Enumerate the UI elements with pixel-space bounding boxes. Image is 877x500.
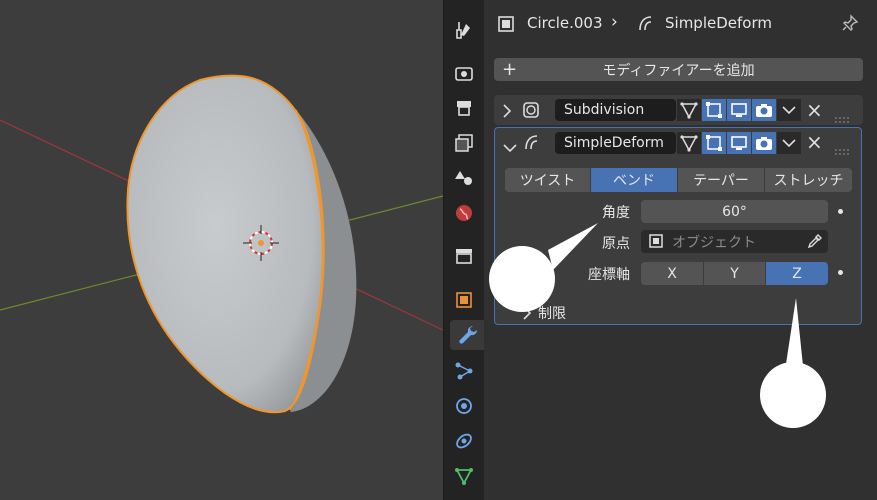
eyedropper-icon[interactable] bbox=[807, 233, 823, 253]
axis-x-button[interactable]: X bbox=[641, 262, 703, 285]
breadcrumb-object: Circle.003 bbox=[527, 14, 603, 32]
modifier-simpledeform: SimpleDeform × bbox=[494, 127, 862, 325]
world-icon[interactable] bbox=[448, 198, 480, 228]
object-icon[interactable] bbox=[448, 285, 480, 315]
keyframe-dot-icon[interactable] bbox=[838, 209, 843, 214]
plus-icon: + bbox=[502, 59, 518, 80]
mode-stretch-button[interactable]: ストレッチ bbox=[765, 168, 852, 192]
3d-viewport[interactable] bbox=[0, 0, 443, 500]
angle-label: 角度 bbox=[602, 205, 630, 221]
data-icon[interactable] bbox=[448, 461, 480, 491]
physics-icon[interactable] bbox=[448, 391, 480, 421]
properties-panel: Circle.003 › SimpleDeform + モディファイアーを追加 … bbox=[484, 0, 877, 500]
axis-label: 座標軸 bbox=[588, 267, 630, 283]
edit-cage-toggle[interactable] bbox=[677, 99, 701, 121]
collapse-chevron-icon[interactable] bbox=[503, 138, 517, 157]
modifier-name-field[interactable]: Subdivision bbox=[555, 99, 676, 121]
modifier-dropdown[interactable] bbox=[777, 132, 801, 154]
pin-icon[interactable] bbox=[841, 14, 859, 36]
add-modifier-button[interactable]: + モディファイアーを追加 bbox=[494, 58, 863, 81]
viewport-display-toggle[interactable] bbox=[727, 99, 751, 121]
mode-bend-button[interactable]: ベンド bbox=[591, 168, 677, 192]
tool-icon[interactable] bbox=[448, 15, 480, 45]
axis-z-button[interactable]: Z bbox=[766, 262, 828, 285]
modifier-icon[interactable] bbox=[450, 320, 485, 350]
breadcrumb-separator: › bbox=[611, 12, 618, 32]
drag-handle-icon[interactable] bbox=[834, 108, 850, 127]
origin-placeholder: オブジェクト bbox=[672, 234, 756, 251]
mode-twist-button[interactable]: ツイスト bbox=[505, 168, 590, 192]
close-icon[interactable]: × bbox=[806, 130, 823, 154]
render-toggle[interactable] bbox=[752, 132, 776, 154]
particles-icon[interactable] bbox=[448, 356, 480, 386]
subdivision-icon bbox=[522, 101, 540, 123]
output-icon[interactable] bbox=[448, 93, 480, 123]
drag-handle-icon[interactable] bbox=[834, 140, 850, 159]
mode-taper-button[interactable]: テーパー bbox=[678, 168, 764, 192]
simple-deform-icon bbox=[522, 133, 540, 155]
modifier-subdivision: Subdivision × bbox=[494, 95, 863, 125]
expand-chevron-icon[interactable] bbox=[502, 103, 512, 122]
object-data-icon bbox=[497, 15, 515, 37]
axis-y-button[interactable]: Y bbox=[704, 262, 765, 285]
properties-header: Circle.003 › SimpleDeform bbox=[484, 0, 877, 48]
origin-object-field[interactable]: オブジェクト bbox=[641, 230, 828, 253]
add-modifier-label: モディファイアーを追加 bbox=[602, 62, 755, 79]
render-toggle[interactable] bbox=[752, 99, 776, 121]
viewport-display-toggle[interactable] bbox=[727, 132, 751, 154]
close-icon[interactable]: × bbox=[806, 98, 823, 122]
modifier-dropdown[interactable] bbox=[777, 99, 801, 121]
simple-deform-icon bbox=[636, 14, 654, 36]
properties-tab-bar bbox=[443, 0, 485, 500]
edit-mode-toggle[interactable] bbox=[702, 99, 726, 121]
breadcrumb-modifier: SimpleDeform bbox=[665, 14, 772, 32]
modifier-name-field[interactable]: SimpleDeform bbox=[555, 132, 676, 154]
edit-mode-toggle[interactable] bbox=[702, 132, 726, 154]
restrictions-chevron-icon[interactable] bbox=[522, 305, 532, 324]
restrictions-label[interactable]: 制限 bbox=[538, 303, 566, 323]
object-data-icon bbox=[648, 233, 664, 253]
render-icon[interactable] bbox=[448, 58, 480, 88]
keyframe-dot-icon[interactable] bbox=[838, 270, 843, 275]
collection-icon[interactable] bbox=[448, 241, 480, 271]
scene-icon[interactable] bbox=[448, 163, 480, 193]
deformed-mesh bbox=[126, 74, 325, 414]
angle-field[interactable]: 60° bbox=[641, 200, 828, 223]
edit-cage-toggle[interactable] bbox=[677, 132, 701, 154]
constraints-icon[interactable] bbox=[448, 426, 480, 456]
origin-label: 原点 bbox=[602, 236, 630, 252]
view-layer-icon[interactable] bbox=[448, 128, 480, 158]
